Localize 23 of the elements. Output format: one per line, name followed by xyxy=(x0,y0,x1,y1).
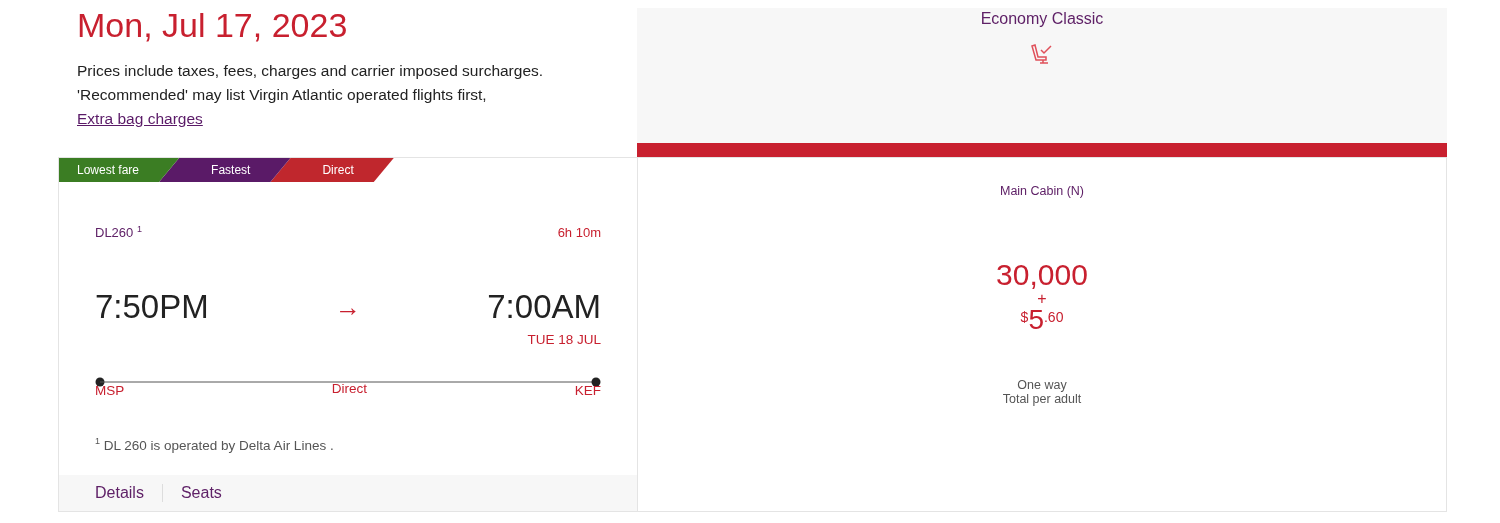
flight-duration: 6h 10m xyxy=(557,225,601,241)
arrow-glyph: → xyxy=(335,291,361,323)
operator-footnote: $^{1}$ DL 260 is operated by Delta Air Lines . xyxy=(95,436,335,453)
points-price: 30,000 xyxy=(996,258,1088,292)
cabin-name: Main Cabin (N) xyxy=(999,184,1085,198)
plus-sign: + xyxy=(1037,292,1047,306)
extra-bag-link[interactable]: Extra bag charges xyxy=(77,110,203,127)
seat-check-icon xyxy=(1030,43,1054,67)
tab-link[interactable]: Seats xyxy=(162,484,240,502)
arrival-time: 7:00AM xyxy=(487,288,601,327)
flight-number: DL260 $^{1}$ xyxy=(95,224,142,241)
price-notice: Prices include taxes, fees, charges and carrier imposed surcharges. 'Recommended' may list Virgin Atlantic operated flights first, Extra bag charges xyxy=(77,61,545,129)
fare-tag: Lowest fare xyxy=(59,158,180,182)
arrival-date: TUE 18 JUL xyxy=(526,332,601,348)
departure-time: 7:50PM xyxy=(95,288,209,327)
date-heading: Mon, Jul 17, 2023 xyxy=(77,6,348,45)
price-basis: Total per adult xyxy=(1002,392,1082,406)
origin-code: MSP xyxy=(95,383,125,399)
destination-code: KEF xyxy=(574,383,601,399)
tab-link[interactable]: Details xyxy=(95,484,163,502)
trip-type: One way xyxy=(1016,378,1068,392)
cabin-title: Economy Classic xyxy=(980,10,1104,28)
stops-label: Direct xyxy=(331,381,368,399)
